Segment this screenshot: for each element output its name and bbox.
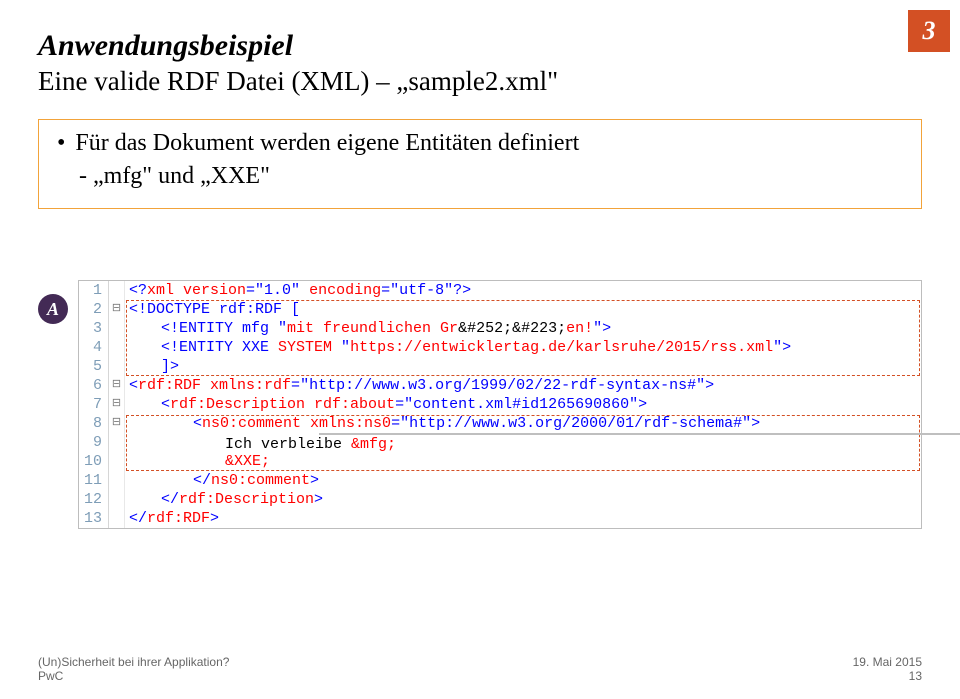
line-number: 11 bbox=[79, 471, 109, 490]
code-line: 12 </rdf:Description> bbox=[79, 490, 921, 509]
fold-toggle bbox=[109, 281, 125, 300]
code-line: 3 <!ENTITY mfg "mit freundlichen Gr&#252;… bbox=[79, 319, 921, 338]
code-panel: 1<?xml version="1.0" encoding="utf-8"?>2… bbox=[78, 280, 922, 529]
footer-right-line2: 13 bbox=[853, 669, 922, 683]
code-content: Ich verbleibe &mfg; bbox=[125, 433, 921, 452]
page-badge-number: 3 bbox=[923, 16, 936, 46]
fold-toggle bbox=[109, 433, 125, 452]
fold-toggle[interactable]: ⊟ bbox=[109, 395, 125, 414]
code-content: <ns0:comment xmlns:ns0="http://www.w3.or… bbox=[125, 414, 921, 433]
code-content: <!ENTITY mfg "mit freundlichen Gr&#252;&… bbox=[125, 319, 921, 338]
line-number: 7 bbox=[79, 395, 109, 414]
slide-subtitle: Eine valide RDF Datei (XML) – „sample2.x… bbox=[38, 66, 922, 97]
fold-toggle bbox=[109, 357, 125, 376]
line-number: 2 bbox=[79, 300, 109, 319]
line-number: 6 bbox=[79, 376, 109, 395]
fold-toggle bbox=[109, 452, 125, 471]
fold-toggle[interactable]: ⊟ bbox=[109, 414, 125, 433]
code-content: </rdf:RDF> bbox=[125, 509, 921, 528]
code-line: 10&XXE; bbox=[79, 452, 921, 471]
line-number: 12 bbox=[79, 490, 109, 509]
code-content: <rdf:Description rdf:about="content.xml#… bbox=[125, 395, 921, 414]
code-line: 9 Ich verbleibe &mfg; bbox=[79, 433, 921, 452]
bullet-subtext: - „mfg" und „XXE" bbox=[57, 163, 903, 190]
code-content: </ns0:comment> bbox=[125, 471, 921, 490]
code-content: ]> bbox=[125, 357, 921, 376]
code-line: 7⊟<rdf:Description rdf:about="content.xm… bbox=[79, 395, 921, 414]
line-number: 13 bbox=[79, 509, 109, 528]
slide-title: Anwendungsbeispiel bbox=[38, 28, 922, 64]
content-box: • Für das Dokument werden eigene Entität… bbox=[38, 119, 922, 209]
code-line: 2⊟<!DOCTYPE rdf:RDF [ bbox=[79, 300, 921, 319]
code-content: &XXE; bbox=[125, 452, 921, 471]
code-line: 4 <!ENTITY XXE SYSTEM "https://entwickler… bbox=[79, 338, 921, 357]
fold-toggle bbox=[109, 490, 125, 509]
code-line: 8⊟<ns0:comment xmlns:ns0="http://www.w3.… bbox=[79, 414, 921, 433]
code-content: <?xml version="1.0" encoding="utf-8"?> bbox=[125, 281, 921, 300]
line-number: 4 bbox=[79, 338, 109, 357]
line-number: 3 bbox=[79, 319, 109, 338]
line-number: 1 bbox=[79, 281, 109, 300]
page-badge: 3 bbox=[908, 10, 950, 52]
code-content: <rdf:RDF xmlns:rdf="http://www.w3.org/19… bbox=[125, 376, 921, 395]
fold-toggle bbox=[109, 509, 125, 528]
footer-left-line1: (Un)Sicherheit bei ihrer Applikation? bbox=[38, 655, 229, 669]
code-line: 13 </rdf:RDF> bbox=[79, 509, 921, 528]
line-number: 5 bbox=[79, 357, 109, 376]
fold-toggle[interactable]: ⊟ bbox=[109, 376, 125, 395]
footer-right-line1: 19. Mai 2015 bbox=[853, 655, 922, 669]
bullet-dot: • bbox=[57, 130, 65, 157]
line-number: 9 bbox=[79, 433, 109, 452]
badge-a: A bbox=[38, 294, 68, 324]
code-content: <!DOCTYPE rdf:RDF [ bbox=[125, 300, 921, 319]
footer-left-line2: PwC bbox=[38, 669, 229, 683]
fold-toggle[interactable]: ⊟ bbox=[109, 300, 125, 319]
line-number: 8 bbox=[79, 414, 109, 433]
code-content: <!ENTITY XXE SYSTEM "https://entwicklert… bbox=[125, 338, 921, 357]
code-line: 5 ]> bbox=[79, 357, 921, 376]
code-content: </rdf:Description> bbox=[125, 490, 921, 509]
footer: (Un)Sicherheit bei ihrer Applikation? Pw… bbox=[38, 655, 922, 683]
badge-a-label: A bbox=[47, 299, 59, 320]
fold-toggle bbox=[109, 319, 125, 338]
fold-toggle bbox=[109, 338, 125, 357]
code-line: 11 </ns0:comment> bbox=[79, 471, 921, 490]
code-line: 1 <?xml version="1.0" encoding="utf-8"?> bbox=[79, 281, 921, 300]
line-number: 10 bbox=[79, 452, 109, 471]
bullet-text: Für das Dokument werden eigene Entitäten… bbox=[75, 130, 579, 157]
fold-toggle bbox=[109, 471, 125, 490]
code-line: 6⊟<rdf:RDF xmlns:rdf="http://www.w3.org/… bbox=[79, 376, 921, 395]
